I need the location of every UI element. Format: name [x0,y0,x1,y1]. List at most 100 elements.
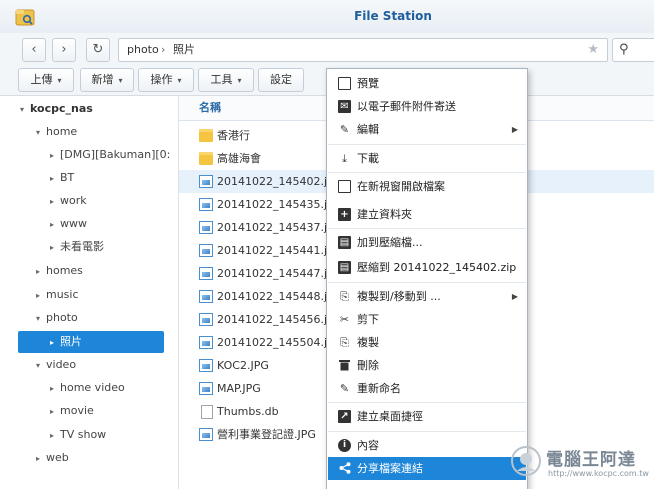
tree-item-www[interactable]: ▸ www [50,213,87,235]
tree-item-unwatched-movies[interactable]: ▸ 未看電影 [50,236,104,258]
tree-expand-icon[interactable]: ▸ [50,214,60,236]
path-segment-photo[interactable]: photo [127,39,159,61]
menu-item-delete[interactable]: 刪除 [328,354,526,377]
tree-item-dmg-bakuman[interactable]: ▸ [DMG][Bakuman][0: [50,144,170,166]
menu-item-rename[interactable]: ✎ 重新命名 [328,377,526,400]
path-segment-current[interactable]: 照片 [173,39,195,61]
menu-item-preview[interactable]: 預覽 [328,72,526,95]
menu-separator [328,431,526,432]
tree-item-bt[interactable]: ▸ BT [50,167,74,189]
watermark-logo-icon [511,446,541,476]
settings-label: 設定 [270,73,292,86]
tree-item-work[interactable]: ▸ work [50,190,87,212]
tree-item-label: 照片 [60,335,82,348]
menu-item-copy[interactable]: ⎘ 複製 [328,331,526,354]
menu-item-download[interactable]: ⤓ 下載 [328,147,526,170]
tree-item-home[interactable]: ▾ home [36,121,77,143]
tree-expand-icon[interactable]: ▸ [36,261,46,283]
create-button[interactable]: 新增 ▾ [80,68,134,92]
tree-item-homes[interactable]: ▸ homes [36,260,83,282]
tree-expand-icon[interactable]: ▸ [50,237,60,259]
menu-separator [328,172,526,173]
tree-item-movie[interactable]: ▸ movie [50,400,94,422]
scissors-icon: ✂ [339,313,350,326]
tree-item-label: TV show [60,428,107,441]
menu-item-create-shortcut[interactable]: ↗ 建立桌面捷徑 [328,405,526,428]
tree-item-kocpc-nas[interactable]: ▾ kocpc_nas [20,98,93,120]
image-file-icon [199,382,213,395]
pencil-icon: ✎ [339,123,350,136]
tree-expand-icon[interactable]: ▸ [50,378,60,400]
tree-expand-icon[interactable]: ▸ [50,168,60,190]
tree-expand-icon[interactable]: ▾ [20,99,30,121]
menu-item-open-new-window[interactable]: 在新視窗開啟檔案 [328,175,526,198]
tree-item-label: home [46,125,78,138]
tree-item-video[interactable]: ▾ video [36,354,76,376]
forward-arrow-icon: › [61,42,67,57]
menu-item-cut[interactable]: ✂ 剪下 [328,308,526,331]
tree-expand-icon[interactable]: ▸ [50,425,60,447]
tree-item-web[interactable]: ▸ web [36,447,69,469]
tree-expand-icon[interactable]: ▸ [50,191,60,213]
menu-item-edit[interactable]: ✎ 編輯 ▶ [328,118,526,141]
tree-item-label: www [60,217,87,230]
column-name-header[interactable]: 名稱 [199,96,221,120]
tree-expand-icon[interactable]: ▸ [50,332,60,354]
tree-item-photo[interactable]: ▾ photo [36,307,78,329]
tree-item-home-video[interactable]: ▸ home video [50,377,125,399]
menu-separator [328,228,526,229]
menu-item-compress-to-zip[interactable]: ▤ 壓縮到 20141022_145402.zip [328,256,526,279]
menu-item-copy-move-to[interactable]: ⎘ 複製到/移動到 ... ▶ [328,285,526,308]
menu-item-label: 以電子郵件附件寄送 [357,100,456,113]
compress-icon: ▤ [338,236,351,249]
action-button[interactable]: 操作 ▾ [138,68,194,92]
file-name: 20141022_145504.jp [217,336,335,349]
back-button[interactable]: ‹ [22,38,46,62]
search-input[interactable]: ⚲ [612,38,654,62]
tree-expand-icon[interactable]: ▸ [50,401,60,423]
forward-button[interactable]: › [52,38,76,62]
file-name: Thumbs.db [217,405,279,418]
tree-expand-icon[interactable]: ▾ [36,308,46,330]
menu-item-label: 分享檔案連結 [357,462,423,475]
refresh-button[interactable]: ↻ [86,38,110,62]
create-label: 新增 [91,73,114,86]
window-title: File Station [354,9,432,23]
tree-expand-icon[interactable]: ▾ [36,122,46,144]
path-bar[interactable]: photo › 照片 ★ [118,38,608,62]
tree-item-photos-selected[interactable]: ▸ 照片 [18,331,164,353]
tree-expand-icon[interactable]: ▸ [36,448,46,470]
tree-item-label: home video [60,381,125,394]
image-file-icon [199,175,213,188]
menu-item-add-to-archive[interactable]: ▤ 加到壓縮檔... [328,231,526,254]
file-name: 香港行 [217,129,250,142]
tree-item-label: video [46,358,77,371]
tree-expand-icon[interactable]: ▸ [50,145,60,167]
menu-item-properties[interactable]: i 內容 [328,434,526,457]
image-file-icon [199,290,213,303]
chevron-down-icon: ▾ [57,76,62,85]
file-name: 20141022_145456.jp [217,313,335,326]
menu-item-share-link[interactable]: 分享檔案連結 [328,457,526,480]
file-name: KOC2.JPG [217,359,269,372]
tree-expand-icon[interactable]: ▸ [36,285,46,307]
watermark: 電腦王阿達 http://www.kocpc.com.tw [510,445,650,485]
menu-separator [328,282,526,283]
menu-item-label: 刪除 [357,359,379,372]
tree-item-music[interactable]: ▸ music [36,284,79,306]
file-name: 營利事業登記證.JPG [217,428,316,441]
tree-item-tv-show[interactable]: ▸ TV show [50,424,106,446]
favorite-star-icon[interactable]: ★ [587,39,599,61]
settings-button[interactable]: 設定 [258,68,304,92]
menu-item-label: 內容 [357,439,379,452]
watermark-brand: 電腦王阿達 [546,450,636,470]
menu-item-create-folder[interactable]: + 建立資料夾 [328,203,526,226]
tree-item-label: work [60,194,87,207]
path-separator-icon: › [161,43,166,56]
tree-expand-icon[interactable]: ▾ [36,355,46,377]
upload-button[interactable]: 上傳 ▾ [18,68,74,92]
tools-button[interactable]: 工具 ▾ [198,68,254,92]
menu-item-label: 下載 [357,152,379,165]
file-station-window: File Station ‹ › ↻ photo › 照片 ★ ⚲ 上傳 ▾ 新增… [0,0,654,489]
menu-item-email-attachment[interactable]: ✉ 以電子郵件附件寄送 [328,95,526,118]
